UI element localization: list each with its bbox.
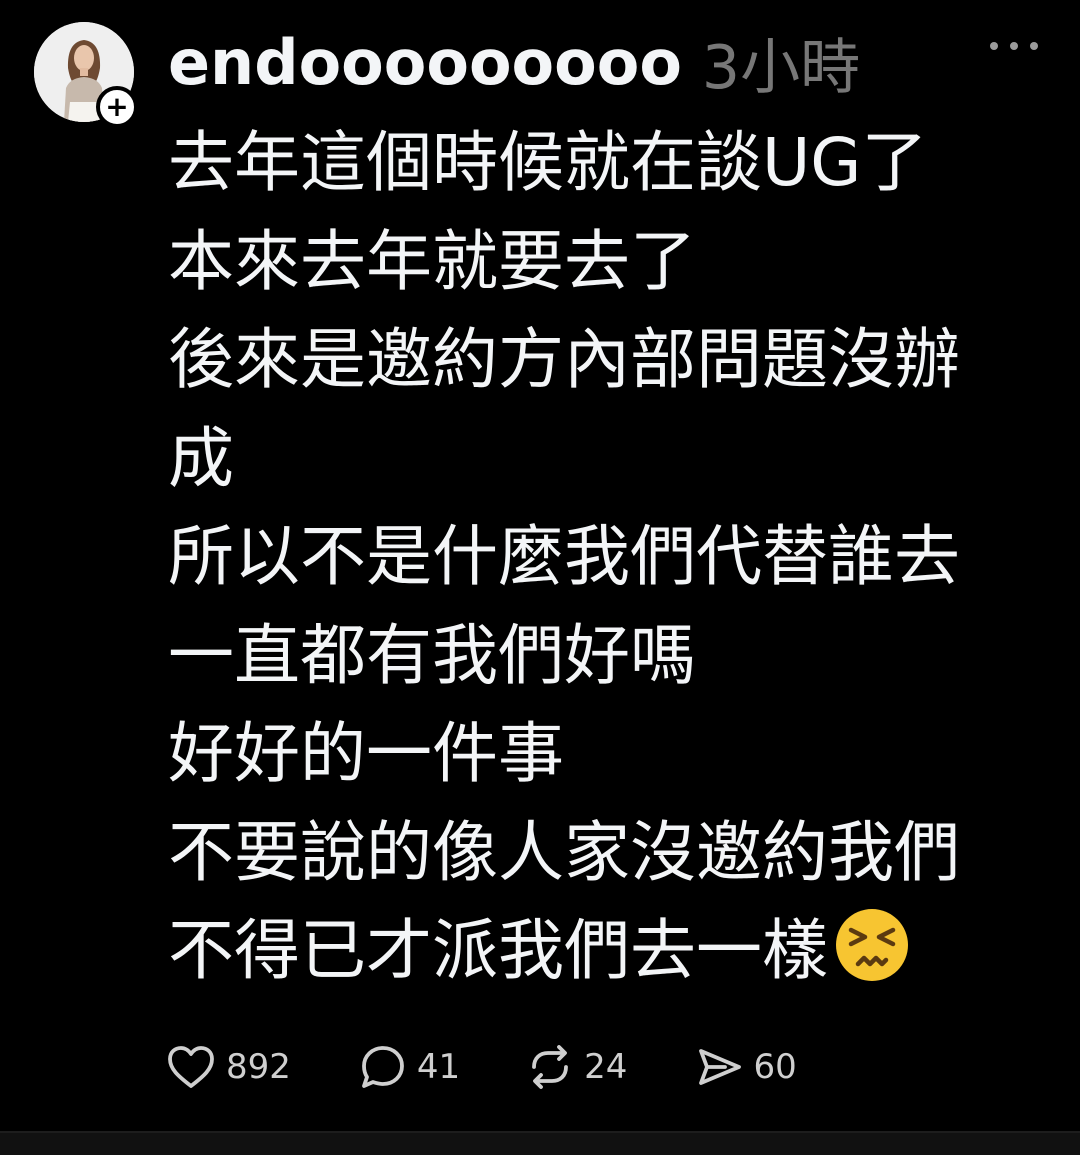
- heart-icon: [166, 1044, 216, 1090]
- share-count: 60: [753, 1047, 797, 1087]
- repost-icon: [526, 1043, 574, 1091]
- post-line: 所以不是什麼我們代替誰去: [168, 518, 960, 595]
- avatar-container[interactable]: +: [34, 22, 138, 128]
- post-body: 去年這個時候就在談UG了 本來去年就要去了 後來是邀約方內部問題沒辦 成 所以不…: [168, 114, 1048, 1001]
- send-icon: [695, 1043, 743, 1091]
- like-count: 892: [226, 1047, 291, 1087]
- post-line-last: 不得已才派我們去一樣: [168, 902, 1048, 1001]
- repost-count: 24: [584, 1047, 628, 1087]
- post-line: 一直都有我們好嗎: [168, 616, 696, 694]
- like-button[interactable]: 892: [166, 1040, 291, 1094]
- username[interactable]: endooooooooo: [168, 26, 682, 99]
- more-icon[interactable]: [990, 34, 1038, 58]
- reply-count: 41: [416, 1047, 461, 1087]
- repost-button[interactable]: 24: [526, 1040, 627, 1094]
- post-header: endooooooooo 3小時: [168, 26, 860, 103]
- share-button[interactable]: 60: [695, 1040, 797, 1094]
- reply-button[interactable]: 41: [359, 1040, 460, 1094]
- post-line-text: 不得已才派我們去一樣: [168, 912, 828, 989]
- thread-post: + endooooooooo 3小時 去年這個時候就在談UG了 本來去年就要去了…: [0, 0, 1080, 1130]
- speech-bubble-icon: [359, 1043, 407, 1091]
- more-dot: [990, 42, 998, 50]
- persevering-face-emoji-icon: [834, 907, 910, 983]
- more-dot: [1030, 42, 1038, 50]
- more-dot: [1010, 42, 1018, 50]
- post-line: 成: [168, 419, 234, 497]
- post-line: 去年這個時候就在談UG了: [168, 124, 928, 201]
- action-bar: 892 41 24 60: [166, 1040, 797, 1094]
- post-line: 好好的一件事: [168, 715, 564, 792]
- post-line: 本來去年就要去了: [168, 222, 696, 300]
- follow-plus-icon[interactable]: +: [96, 86, 138, 128]
- post-line: 後來是邀約方內部問題沒辦: [168, 321, 960, 398]
- post-line: 不要說的像人家沒邀約我們: [168, 813, 960, 891]
- post-divider: [0, 1131, 1080, 1155]
- post-time: 3小時: [701, 32, 861, 103]
